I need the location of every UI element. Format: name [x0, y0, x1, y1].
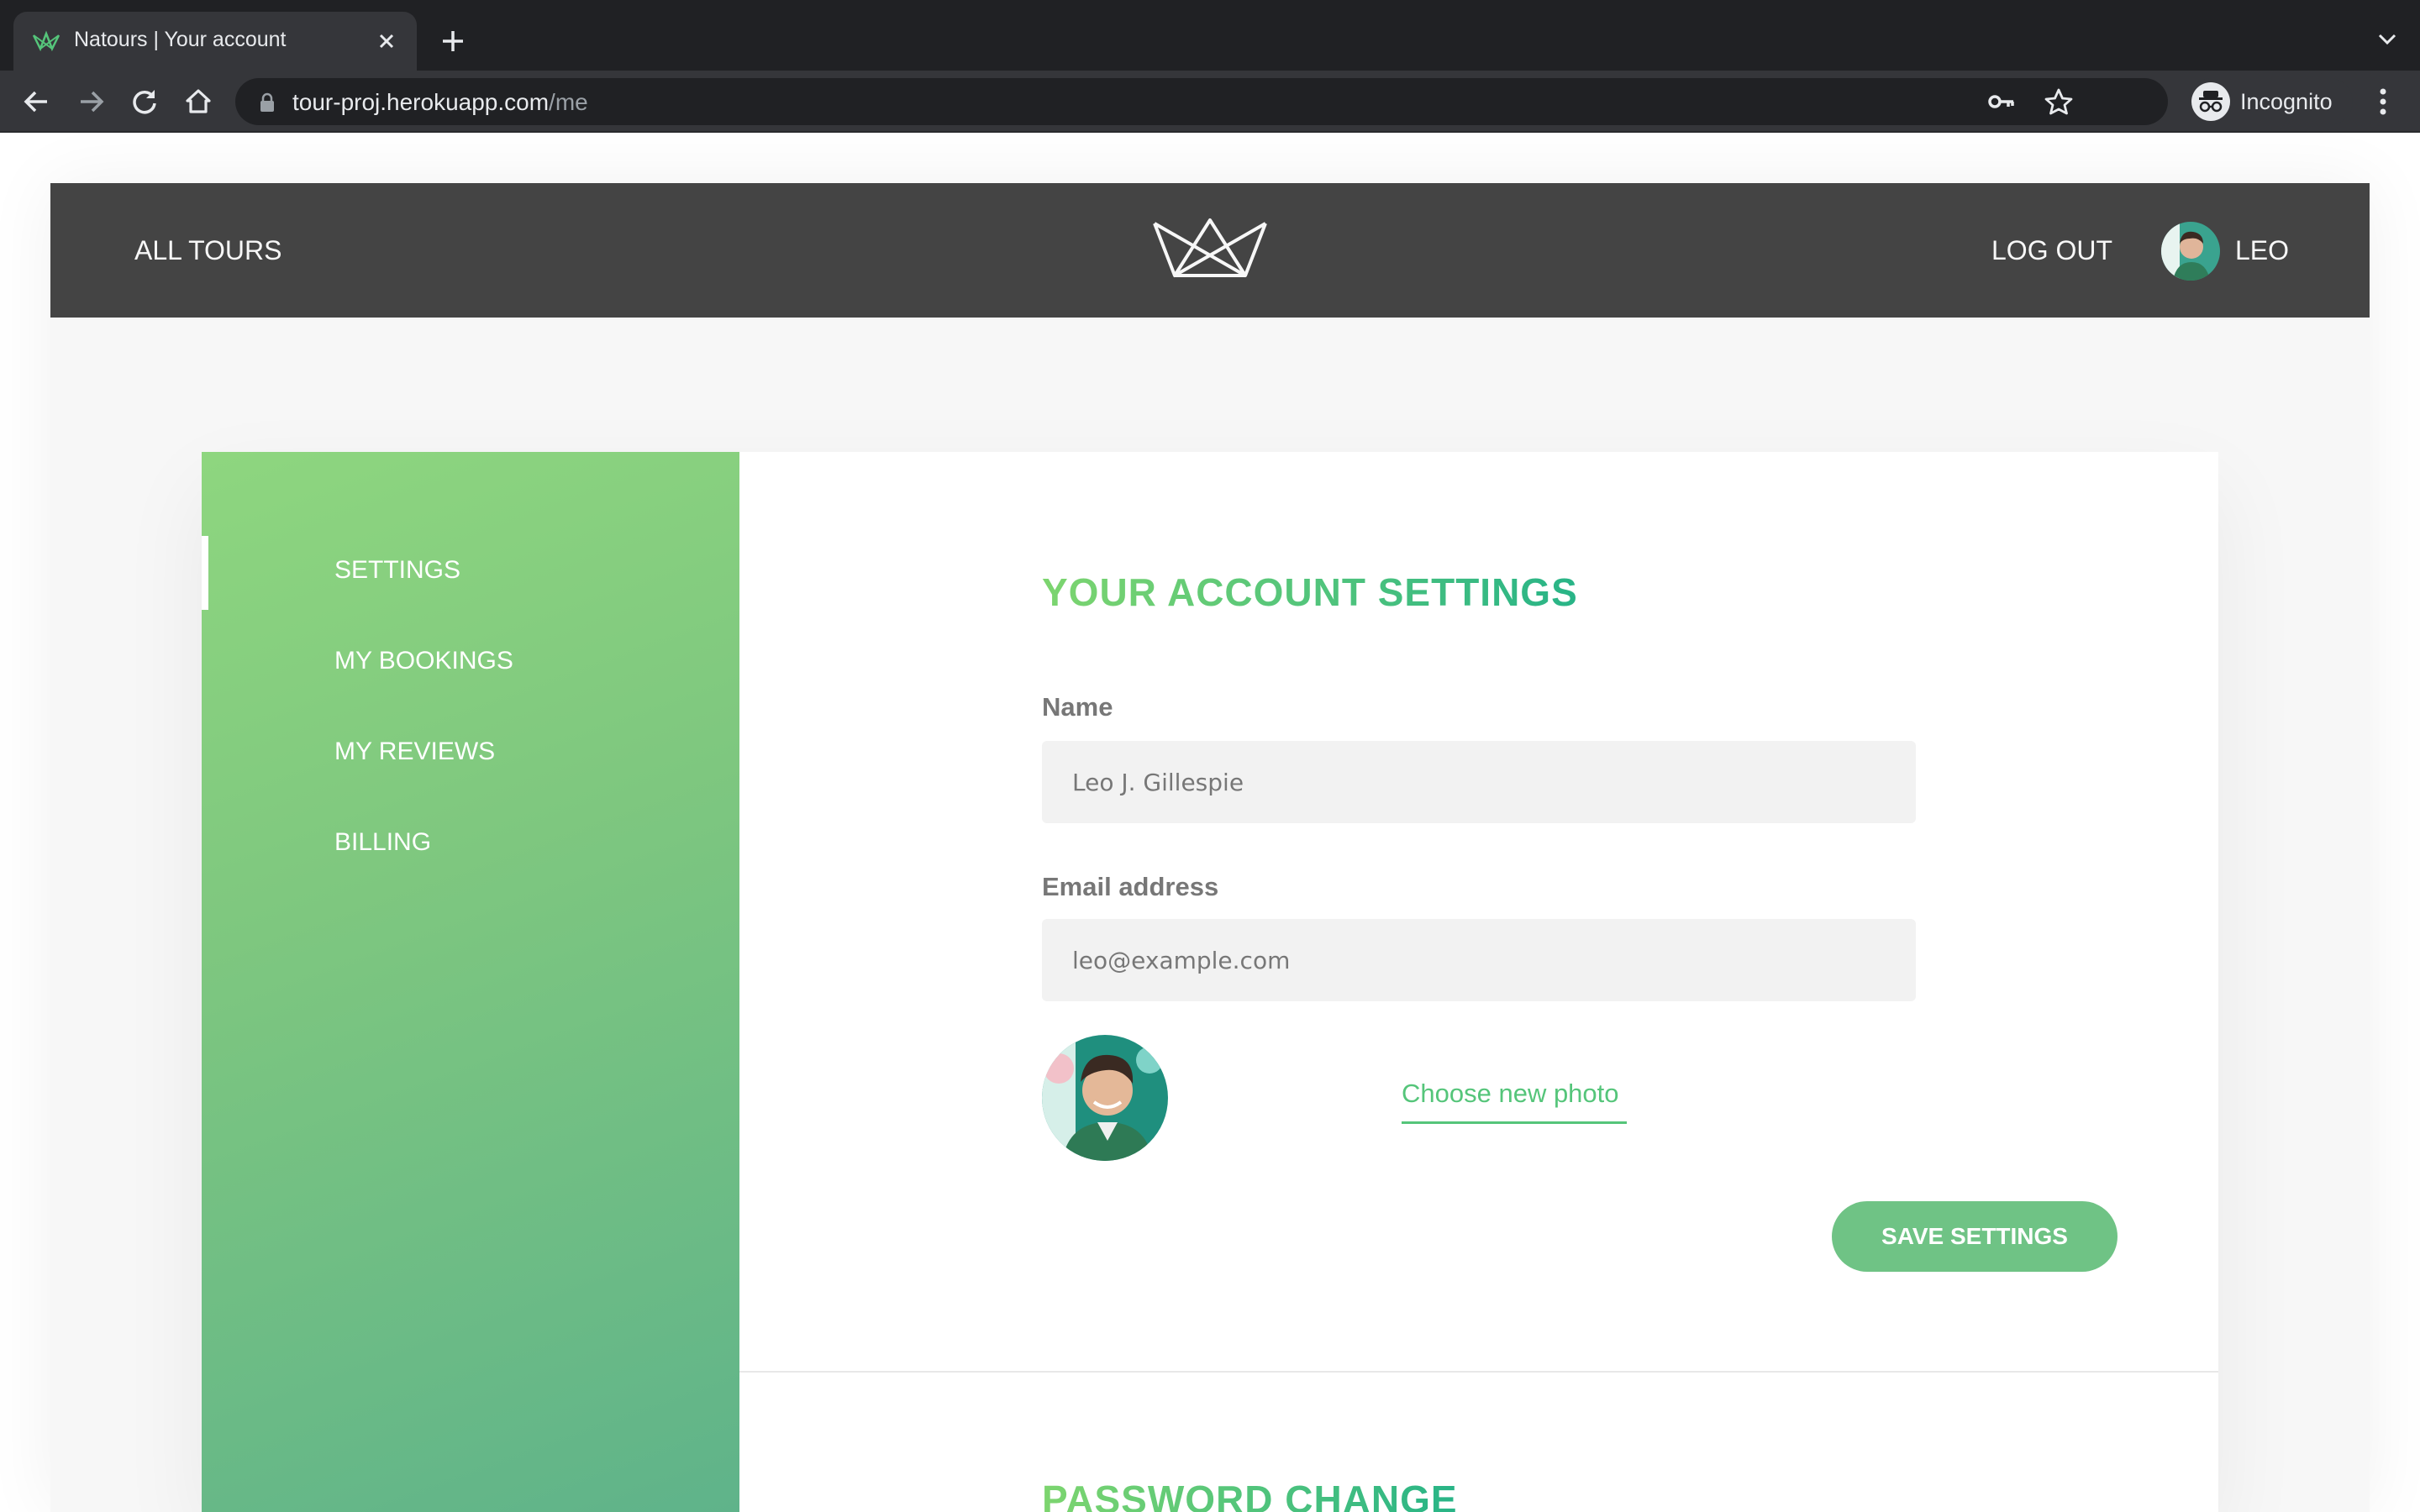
natours-logo-icon[interactable]: [1151, 215, 1269, 282]
avatar[interactable]: [2161, 222, 2220, 281]
browser-toolbar: tour-proj.herokuapp.com/me Incognito: [0, 71, 2420, 133]
close-icon[interactable]: [368, 23, 405, 60]
sidebar-item-billing[interactable]: BILLING: [334, 828, 431, 857]
account-card: SETTINGS MY BOOKINGS MY REVIEWS BILLING …: [202, 452, 2218, 1512]
browser-tabstrip: Natours | Your account: [0, 0, 2420, 71]
sidebar-active-indicator: [202, 536, 208, 610]
profile-photo-icon: [1042, 1035, 1168, 1161]
settings-title: YOUR ACCOUNT SETTINGS: [1042, 570, 1578, 614]
name-field[interactable]: [1042, 741, 1916, 823]
sidebar-item-my-bookings[interactable]: MY BOOKINGS: [334, 647, 513, 675]
home-icon[interactable]: [178, 81, 218, 122]
page-viewport: ALL TOURS LOG OUT LEO SETTINGS MY BOOKIN…: [0, 133, 2420, 1512]
incognito-icon: [2191, 82, 2230, 121]
nav-logout-link[interactable]: LOG OUT: [1991, 235, 2112, 266]
choose-photo-link[interactable]: Choose new photo: [1402, 1079, 1619, 1109]
sidebar-item-my-reviews[interactable]: MY REVIEWS: [334, 738, 495, 766]
email-label: Email address: [1042, 872, 1219, 901]
reload-icon[interactable]: [124, 81, 165, 122]
email-field[interactable]: [1042, 919, 1916, 1001]
kebab-menu-icon[interactable]: [2366, 81, 2400, 122]
back-arrow-icon[interactable]: [17, 81, 57, 122]
user-photo-icon: [2161, 222, 2220, 281]
browser-tab-active[interactable]: Natours | Your account: [13, 12, 417, 71]
new-tab-plus-icon[interactable]: [434, 22, 472, 60]
nav-all-tours-link[interactable]: ALL TOURS: [134, 235, 281, 266]
settings-content: YOUR ACCOUNT SETTINGS Name Email address: [739, 452, 2218, 1512]
address-bar[interactable]: tour-proj.herokuapp.com/me: [235, 78, 2168, 125]
site-container: ALL TOURS LOG OUT LEO SETTINGS MY BOOKIN…: [50, 183, 2370, 1512]
choose-photo-underline: [1402, 1121, 1627, 1124]
forward-arrow-icon[interactable]: [71, 81, 111, 122]
lock-icon: [260, 92, 274, 112]
save-settings-button[interactable]: SAVE SETTINGS: [1832, 1201, 2118, 1272]
section-divider: [739, 1371, 2218, 1373]
sidebar-item-settings[interactable]: SETTINGS: [334, 556, 460, 585]
chevron-down-icon[interactable]: [2371, 24, 2403, 55]
incognito-label: Incognito: [2240, 89, 2333, 114]
user-photo-preview: [1042, 1035, 1168, 1161]
natours-favicon-icon: [32, 30, 60, 52]
url-text: tour-proj.herokuapp.com/me: [292, 89, 588, 115]
tab-title: Natours | Your account: [74, 28, 287, 51]
site-header: ALL TOURS LOG OUT LEO: [50, 183, 2370, 318]
name-label: Name: [1042, 692, 1113, 722]
bookmark-star-icon[interactable]: [2042, 87, 2075, 117]
incognito-profile-button[interactable]: Incognito: [2188, 78, 2353, 125]
nav-user-name[interactable]: LEO: [2235, 235, 2289, 266]
account-sidebar: SETTINGS MY BOOKINGS MY REVIEWS BILLING: [202, 452, 739, 1512]
password-change-title: PASSWORD CHANGE: [1042, 1477, 1458, 1512]
key-icon[interactable]: [1985, 87, 2018, 117]
